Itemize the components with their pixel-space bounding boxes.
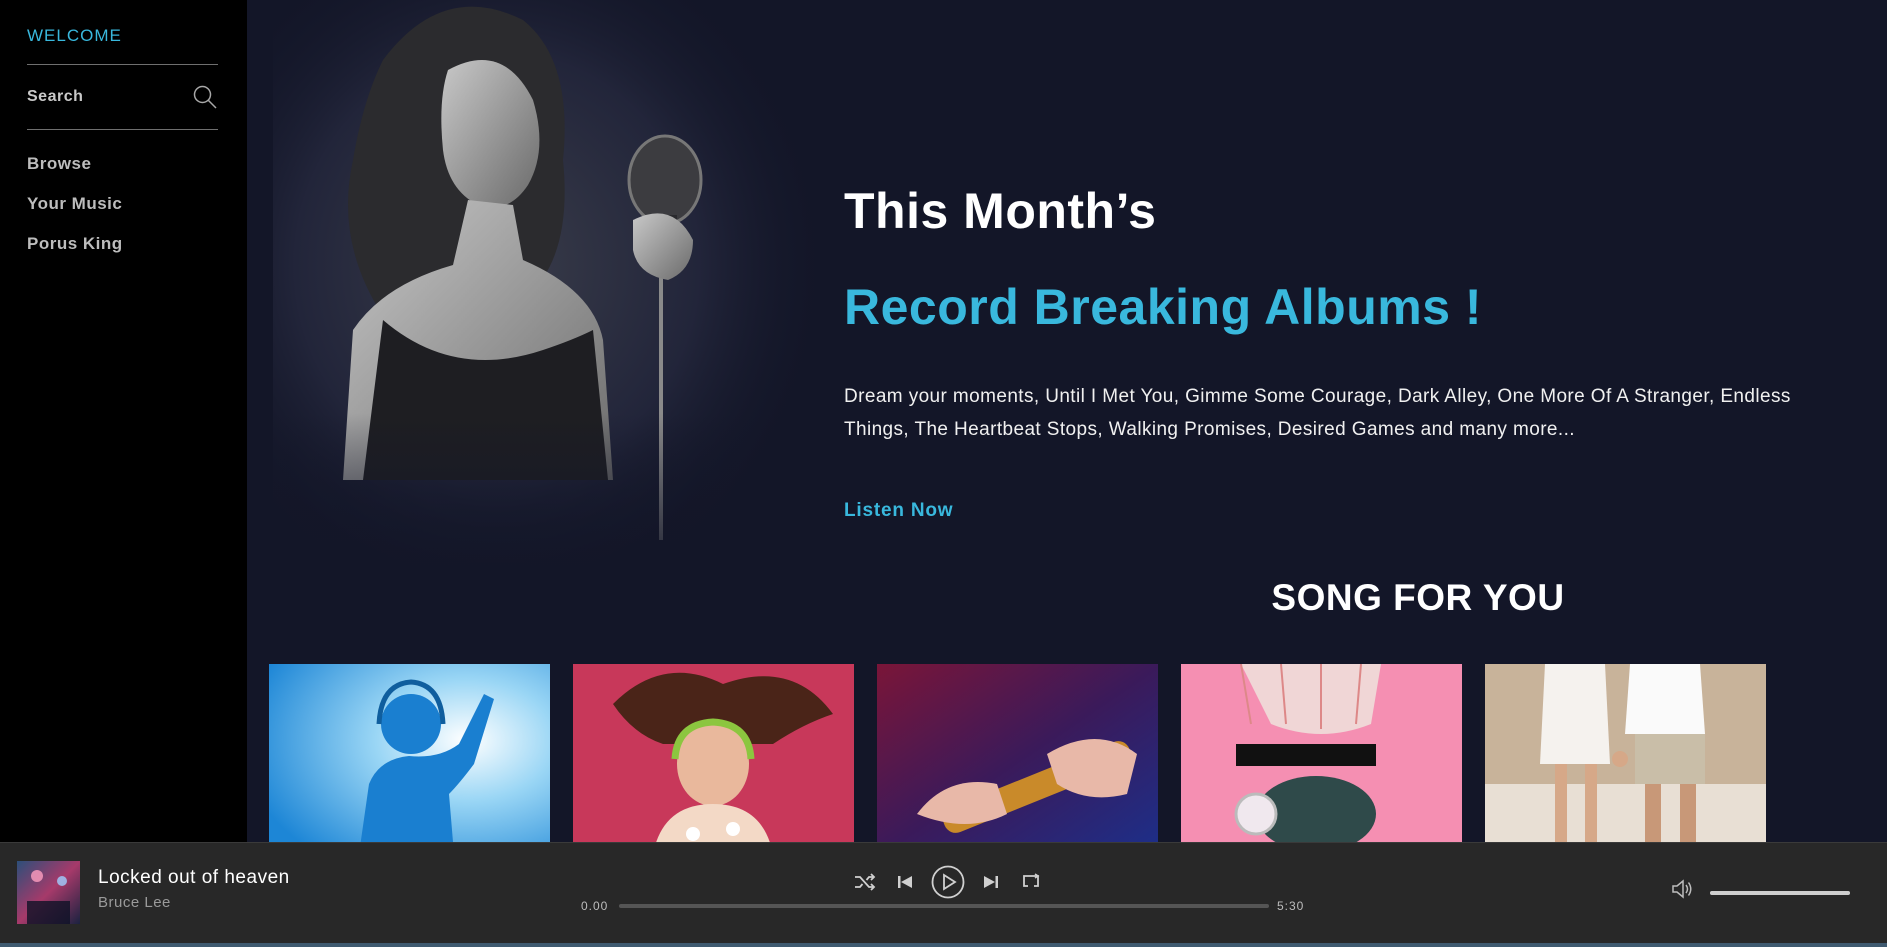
listen-now-link[interactable]: Listen Now bbox=[844, 500, 953, 522]
shuffle-icon[interactable] bbox=[850, 867, 880, 897]
progress-bar[interactable] bbox=[619, 904, 1269, 908]
sidebar-nav: Browse Your Music Porus King bbox=[27, 144, 247, 264]
hero-singer-image bbox=[273, 0, 833, 590]
hero-subtitle: Record Breaking Albums ! bbox=[844, 279, 1483, 335]
sidebar: WELCOME Search Browse Your Music Porus K… bbox=[0, 0, 247, 842]
volume-fill bbox=[1710, 891, 1850, 895]
sidebar-item-your-music[interactable]: Your Music bbox=[27, 184, 247, 224]
song-card-headphones-girl[interactable] bbox=[573, 664, 854, 842]
divider bbox=[27, 129, 218, 130]
volume-icon[interactable] bbox=[1671, 879, 1695, 904]
song-cards bbox=[269, 664, 1766, 842]
sidebar-item-browse[interactable]: Browse bbox=[27, 144, 247, 184]
search-icon[interactable] bbox=[192, 84, 218, 110]
volume-slider[interactable] bbox=[1710, 891, 1850, 895]
song-card-couple[interactable] bbox=[1485, 664, 1766, 842]
total-time: 5:30 bbox=[1277, 899, 1305, 913]
song-card-flute[interactable] bbox=[877, 664, 1158, 842]
current-time: 0.00 bbox=[581, 899, 609, 913]
window-bottom-edge bbox=[0, 943, 1887, 947]
search-input[interactable]: Search bbox=[27, 88, 83, 106]
music-app: WELCOME Search Browse Your Music Porus K… bbox=[0, 0, 1887, 947]
hero-title: This Month’s bbox=[844, 183, 1157, 239]
song-card-pink-headphones[interactable] bbox=[1181, 664, 1462, 842]
track-artist: Bruce Lee bbox=[98, 894, 171, 911]
songs-section-title: SONG FOR YOU bbox=[1271, 577, 1565, 618]
track-title: Locked out of heaven bbox=[98, 867, 290, 888]
main-content: This Month’s Record Breaking Albums ! Dr… bbox=[247, 0, 1887, 842]
track-thumbnail bbox=[17, 861, 80, 924]
playback-controls bbox=[850, 864, 1046, 900]
search-bar[interactable]: Search bbox=[27, 65, 218, 129]
repeat-icon[interactable] bbox=[1016, 867, 1046, 897]
song-card-dj[interactable] bbox=[269, 664, 550, 842]
welcome-label: WELCOME bbox=[27, 26, 122, 45]
previous-icon[interactable] bbox=[890, 867, 920, 897]
hero-text: This Month’s Record Breaking Albums ! Dr… bbox=[844, 182, 1824, 522]
player-bar: Locked out of heaven Bruce Lee 0.00 5:30 bbox=[0, 842, 1887, 947]
sidebar-item-porus-king[interactable]: Porus King bbox=[27, 224, 247, 264]
next-icon[interactable] bbox=[976, 867, 1006, 897]
play-icon[interactable] bbox=[930, 864, 966, 900]
hero-description: Dream your moments, Until I Met You, Gim… bbox=[844, 386, 1791, 440]
